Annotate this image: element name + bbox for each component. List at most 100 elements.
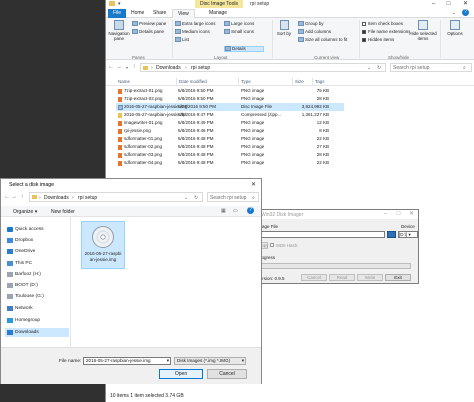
help-icon[interactable]: ?: [247, 207, 254, 214]
view-options-icon[interactable]: ▦: [221, 208, 226, 214]
file-name-extensions-checkbox[interactable]: [362, 29, 366, 34]
refresh-icon[interactable]: ↻: [194, 195, 198, 201]
dialog-breadcrumb-downloads[interactable]: Downloads: [44, 195, 69, 201]
layout-large-icons[interactable]: Large icons: [224, 21, 254, 27]
explorer-search-field[interactable]: Search rpi setup ⌕: [390, 63, 472, 72]
nav-item-onedrive[interactable]: OneDrive: [5, 247, 69, 256]
layout-extra-large-icons[interactable]: Extra large icons: [175, 21, 216, 27]
address-dropdown-icon[interactable]: ⌄: [184, 195, 188, 201]
options-button[interactable]: Options: [442, 20, 468, 36]
file-type-filter-select[interactable]: Disk Images (*.img *.IMG) ▾: [174, 357, 246, 365]
sort-by-button[interactable]: Sort by: [274, 20, 294, 36]
minimize-icon[interactable]: –: [380, 210, 391, 218]
address-field[interactable]: › Downloads › rpi setup ⌄ ↻: [140, 63, 386, 72]
nav-item-downloads[interactable]: Downloads: [5, 328, 69, 337]
item-check-boxes-toggle[interactable]: Item check boxes: [362, 21, 403, 27]
nav-item-barfooz-h[interactable]: Barfooz (H:): [5, 270, 69, 279]
layout-details[interactable]: Details: [225, 46, 246, 52]
tab-file[interactable]: File: [108, 9, 127, 18]
exit-button[interactable]: Exit: [385, 274, 411, 281]
column-divider[interactable]: [292, 78, 293, 85]
open-button[interactable]: Open: [159, 369, 203, 379]
size-all-columns-button[interactable]: Size all columns to fit: [298, 37, 347, 43]
column-divider[interactable]: [238, 78, 239, 85]
navigation-pane-button[interactable]: Navigation pane: [108, 20, 130, 41]
item-check-boxes-checkbox[interactable]: [362, 21, 366, 26]
layout-small-icons[interactable]: Small icons: [224, 29, 254, 35]
layout-list[interactable]: List: [175, 37, 189, 43]
chevron-down-icon[interactable]: ▾: [167, 358, 169, 364]
nav-item-network[interactable]: Network: [5, 304, 69, 313]
help-icon[interactable]: ?: [462, 9, 469, 16]
group-by-button[interactable]: Group by: [298, 21, 324, 27]
tab-home[interactable]: Home: [126, 9, 149, 18]
add-columns-button[interactable]: Add columns: [298, 29, 331, 35]
organize-button[interactable]: Organize ▾: [13, 209, 37, 215]
quick-access-toolbar-icon[interactable]: ▾: [118, 1, 121, 7]
file-row[interactable]: 7zip-extract-01.png 6/8/2016 9:50 PM PNG i…: [116, 87, 344, 95]
forward-arrow-icon[interactable]: →: [11, 194, 17, 201]
minimize-icon[interactable]: –: [428, 0, 439, 8]
file-row[interactable]: sdformatter-03.png 6/8/2016 9:48 PM PNG im…: [116, 151, 344, 159]
up-arrow-icon[interactable]: ↑: [131, 64, 137, 71]
nav-item-quick-access[interactable]: Quick access: [5, 225, 69, 234]
column-type[interactable]: Type: [241, 79, 251, 84]
column-divider[interactable]: [176, 78, 177, 85]
preview-pane-button[interactable]: Preview pane: [132, 21, 166, 27]
tab-share[interactable]: Share: [148, 9, 171, 18]
dialog-address-field[interactable]: › Downloads › rpi setup ⌄ ↻: [29, 192, 203, 202]
address-dropdown-icon[interactable]: ⌄: [367, 65, 371, 71]
nav-item-dropbox[interactable]: Dropbox: [5, 236, 69, 245]
breadcrumb-downloads[interactable]: Downloads: [156, 65, 181, 71]
file-name-input[interactable]: 2016-05-27-raspbian-jessie.img ▾: [83, 357, 171, 365]
file-row[interactable]: 7zip-extract-02.png 6/8/2016 9:50 PM PNG i…: [116, 95, 344, 103]
dialog-breadcrumb-rpi-setup[interactable]: rpi setup: [78, 195, 97, 201]
close-icon[interactable]: ✕: [406, 210, 417, 218]
image-file-input[interactable]: [257, 231, 385, 238]
back-arrow-icon[interactable]: ←: [108, 64, 114, 71]
close-icon[interactable]: ✕: [248, 181, 259, 189]
details-pane-button[interactable]: Details pane: [132, 29, 164, 35]
tab-view[interactable]: View: [172, 9, 195, 18]
browse-folder-icon[interactable]: [387, 231, 396, 238]
file-name-extensions-toggle[interactable]: File name extensions: [362, 29, 411, 35]
preview-pane-icon[interactable]: ▭: [233, 208, 238, 214]
tab-manage[interactable]: Manage: [204, 9, 232, 18]
nav-item-boot-d[interactable]: BOOT (D:): [5, 281, 69, 290]
column-date-modified[interactable]: Date modified: [179, 79, 207, 84]
maximize-icon[interactable]: □: [443, 0, 454, 8]
breadcrumb-rpi-setup[interactable]: rpi setup: [191, 65, 210, 71]
column-name[interactable]: Name: [118, 79, 130, 84]
maximize-icon[interactable]: □: [393, 210, 404, 218]
layout-medium-icons[interactable]: Medium icons: [175, 29, 210, 35]
expand-ribbon-icon[interactable]: ⌄: [452, 10, 456, 16]
up-arrow-icon[interactable]: ↑: [19, 194, 25, 201]
dialog-cancel-button[interactable]: Cancel: [207, 369, 247, 379]
close-icon[interactable]: ✕: [460, 0, 471, 8]
device-select[interactable]: [D:\] ▾: [398, 231, 418, 238]
file-row[interactable]: imagewriter-01.png 6/8/2016 9:49 PM PNG im…: [116, 119, 344, 127]
nav-item-homegroup[interactable]: Homegroup: [5, 316, 69, 325]
new-folder-button[interactable]: New folder: [51, 209, 75, 215]
imager-cancel-button[interactable]: Cancel: [301, 274, 327, 281]
column-divider[interactable]: [312, 78, 313, 85]
file-row[interactable]: 2016-05-27-raspbian-jessie.zip 6/8/2016 9…: [116, 111, 344, 119]
file-row[interactable]: 2016-05-27-raspbian-jessie.img 5/27/2016 …: [116, 103, 344, 111]
nav-item-this-pc[interactable]: This PC: [5, 259, 69, 268]
disk-image-file-item[interactable]: 2016-05-27-raspbian-jessie.img: [81, 221, 125, 269]
column-size[interactable]: Size: [295, 79, 304, 84]
file-row[interactable]: sdformatter-01.png 6/8/2016 9:48 PM PNG im…: [116, 135, 344, 143]
forward-arrow-icon[interactable]: →: [116, 64, 122, 71]
write-button[interactable]: Write: [357, 274, 383, 281]
file-row[interactable]: sdformatter-04.png 6/8/2016 9:48 PM PNG im…: [116, 159, 344, 167]
hidden-items-checkbox[interactable]: [362, 37, 366, 42]
hidden-items-toggle[interactable]: Hidden items: [362, 37, 394, 43]
md5-hash-checkbox[interactable]: [270, 243, 274, 247]
refresh-icon[interactable]: ↻: [377, 65, 381, 71]
column-tags[interactable]: Tags: [315, 79, 325, 84]
hide-selected-items-button[interactable]: Hide selected items: [408, 20, 438, 41]
read-button[interactable]: Read: [329, 274, 355, 281]
recent-locations-icon[interactable]: ▾: [124, 64, 130, 71]
file-row[interactable]: rpi-jessie.png 6/8/2016 9:46 PM PNG image 8…: [116, 127, 344, 135]
dialog-search-field[interactable]: Search rpi setup ⌕: [207, 192, 259, 202]
